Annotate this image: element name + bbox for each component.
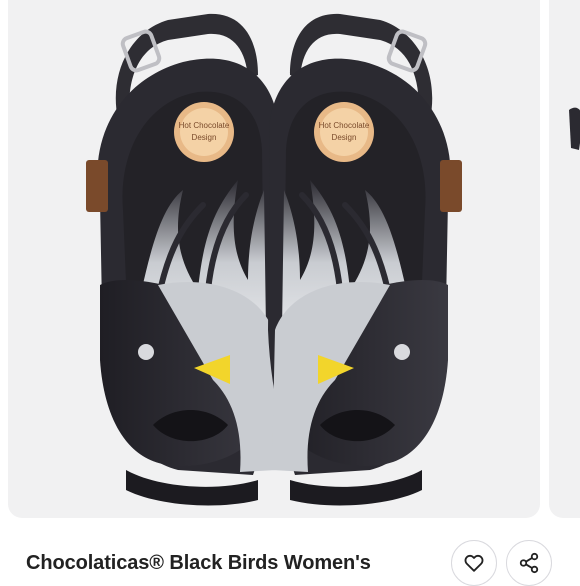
hang-tag-right <box>440 160 462 212</box>
product-title: Chocolaticas® Black Birds Women's <box>26 552 371 574</box>
product-photo[interactable]: Hot Chocolate Design Hot Chocolate Desig… <box>8 0 540 518</box>
hang-tag-left <box>86 160 108 212</box>
product-header: Chocolaticas® Black Birds Women's <box>0 522 580 586</box>
share-icon <box>519 552 539 574</box>
svg-text:Design: Design <box>332 133 357 142</box>
like-button[interactable] <box>451 540 497 586</box>
shoe-illustration: Hot Chocolate Design Hot Chocolate Desig… <box>86 13 462 506</box>
right-shoe <box>268 13 462 506</box>
svg-text:Hot Chocolate: Hot Chocolate <box>319 121 370 130</box>
left-shoe: Hot Chocolate Design <box>86 13 280 506</box>
share-button[interactable] <box>506 540 552 586</box>
svg-text:Hot Chocolate: Hot Chocolate <box>179 121 230 130</box>
next-photo-preview[interactable] <box>549 0 580 518</box>
heart-icon <box>464 554 484 572</box>
svg-text:Design: Design <box>192 133 217 142</box>
product-image-gallery[interactable]: Hot Chocolate Design Hot Chocolate Desig… <box>0 0 580 522</box>
